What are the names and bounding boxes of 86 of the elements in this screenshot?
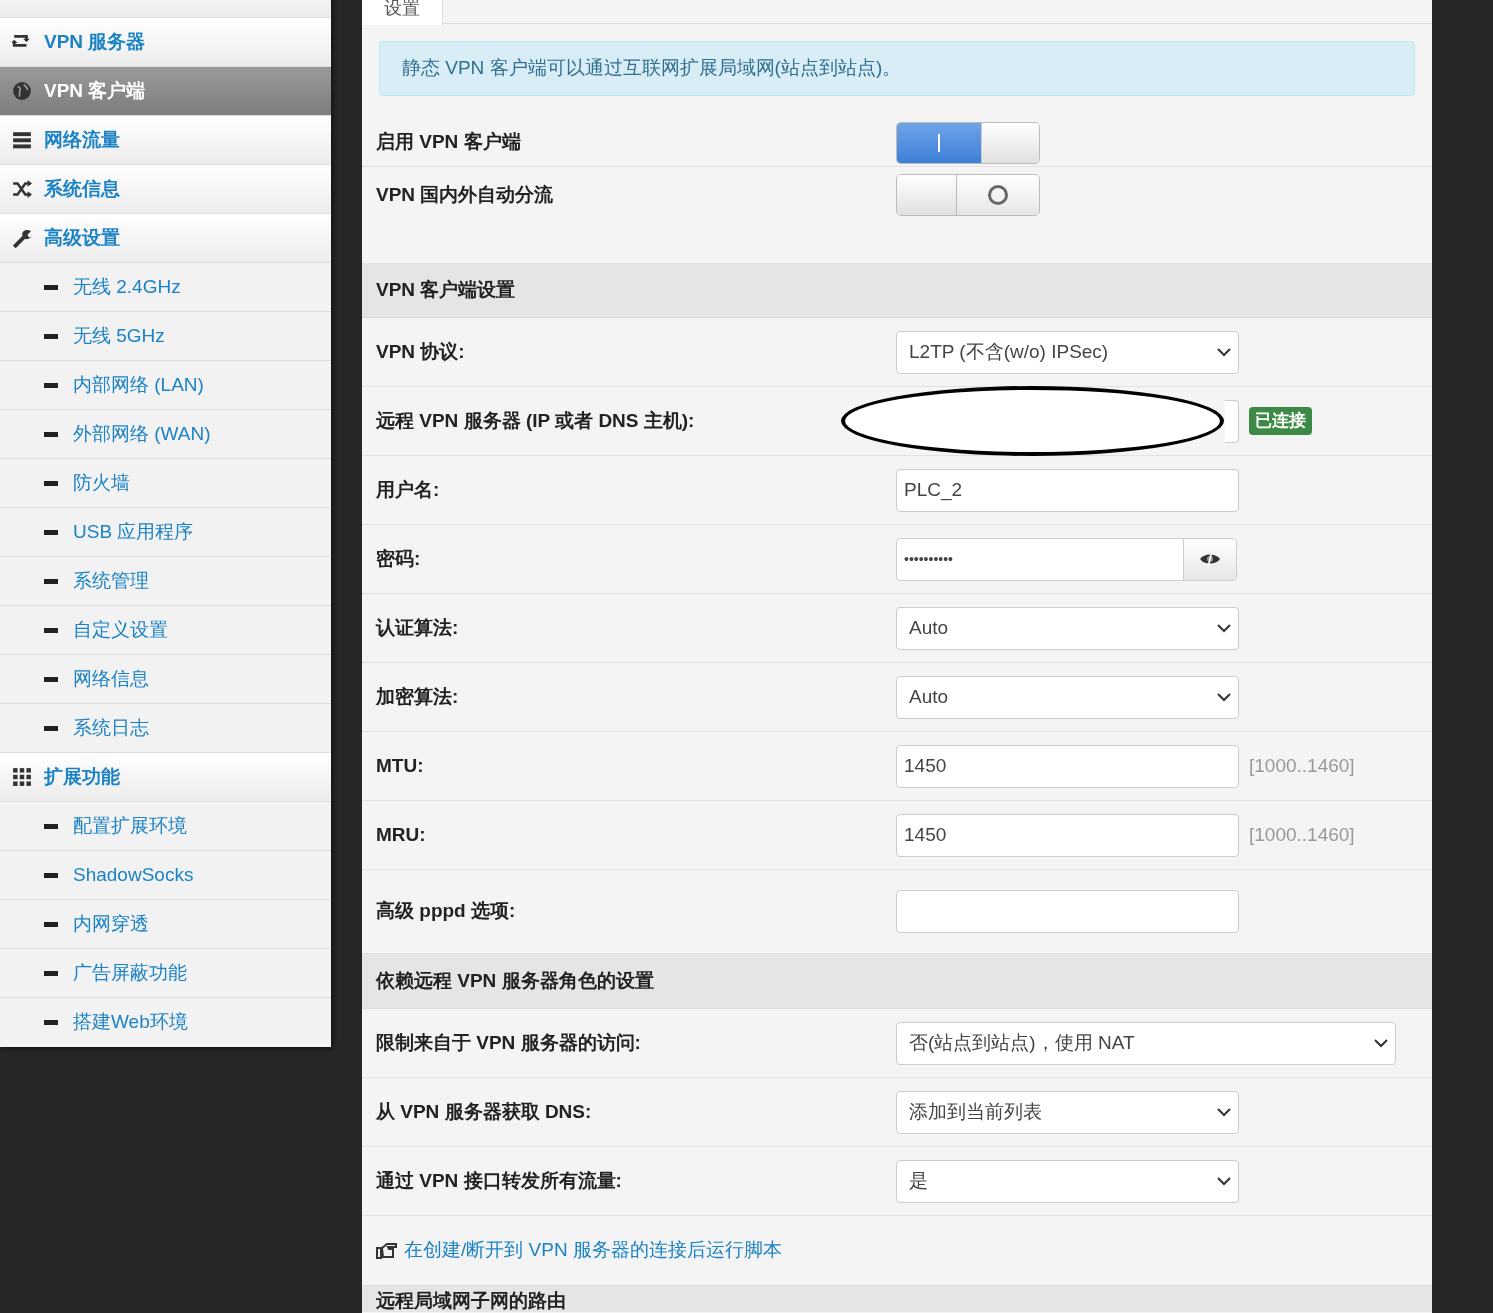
dash-icon	[44, 333, 58, 339]
section-heading: 依赖远程 VPN 服务器角色的设置	[362, 954, 1432, 1009]
field-label: 限制来自于 VPN 服务器的访问:	[375, 1030, 642, 1055]
sidebar-item[interactable]: 高级设置	[0, 214, 331, 263]
toggle-switch[interactable]	[896, 174, 1040, 216]
dash-icon	[44, 823, 58, 829]
sidebar-item[interactable]: VPN 服务器	[0, 18, 331, 67]
input-field[interactable]	[1225, 399, 1239, 443]
dash-icon	[44, 676, 58, 682]
pointing-hand-icon	[376, 1242, 398, 1259]
sidebar-item[interactable]: 网络信息	[0, 655, 331, 704]
grid-icon	[12, 767, 32, 787]
field-label: 加密算法:	[375, 684, 460, 709]
sidebar-item[interactable]: 系统管理	[0, 557, 331, 606]
sidebar-item[interactable]: 内网穿透	[0, 900, 331, 949]
chevron-down-icon	[1217, 347, 1231, 357]
field-label: 高级 pppd 选项:	[375, 899, 517, 924]
field-label: 通过 VPN 接口转发所有流量:	[375, 1168, 623, 1193]
field-label: VPN 国内外自动分流	[375, 182, 555, 207]
password-field[interactable]: ••••••••••	[896, 537, 1237, 581]
wrench-icon	[12, 228, 32, 248]
dash-icon	[44, 872, 58, 878]
status-badge: 已连接	[1249, 407, 1312, 435]
range-hint: [1000..1460]	[1249, 822, 1355, 847]
list-icon	[12, 130, 32, 150]
sidebar-item[interactable]: 无线 5GHz	[0, 312, 331, 361]
sidebar-item[interactable]: 自定义设置	[0, 606, 331, 655]
field-label: MRU:	[375, 822, 427, 847]
toggle-switch[interactable]	[896, 121, 1040, 164]
sidebar-item[interactable]: 外部网络 (WAN)	[0, 410, 331, 459]
info-message: 静态 VPN 客户端可以通过互联网扩展局域网(站点到站点)。	[379, 41, 1415, 96]
sidebar-item[interactable]: 扩展功能	[0, 753, 331, 802]
chevron-down-icon	[1217, 1107, 1231, 1117]
input-field[interactable]: 1450	[896, 744, 1239, 788]
shuffle-icon	[12, 179, 32, 199]
sidebar-item[interactable]: 无线 2.4GHz	[0, 263, 331, 312]
chevron-down-icon	[1217, 1176, 1231, 1186]
dropdown[interactable]: 是	[896, 1159, 1239, 1203]
dash-icon	[44, 284, 58, 290]
dropdown[interactable]: Auto	[896, 675, 1239, 719]
dash-icon	[44, 725, 58, 731]
sidebar-item[interactable]: 配置扩展环境	[0, 802, 331, 851]
field-label: 用户名:	[375, 477, 441, 502]
tab[interactable]: 设置	[362, 0, 443, 25]
sidebar-item[interactable]: 系统日志	[0, 704, 331, 753]
field-label: 远程 VPN 服务器 (IP 或者 DNS 主机):	[375, 408, 696, 433]
dash-icon	[44, 578, 58, 584]
eye-icon[interactable]	[1183, 538, 1236, 580]
sidebar-item[interactable]: ShadowSocks	[0, 851, 331, 900]
sidebar-item[interactable]: VPN 客户端	[0, 67, 331, 116]
section-heading: VPN 客户端设置	[362, 263, 1432, 318]
dash-icon	[44, 921, 58, 927]
field-label: 从 VPN 服务器获取 DNS:	[375, 1099, 593, 1124]
sidebar-item[interactable]: USB 应用程序	[0, 508, 331, 557]
dash-icon	[44, 382, 58, 388]
dash-icon	[44, 1020, 58, 1025]
dropdown[interactable]: 添加到当前列表	[896, 1090, 1239, 1134]
script-link[interactable]: 在创建/断开到 VPN 服务器的连接后运行脚本	[404, 1236, 782, 1265]
input-field[interactable]	[896, 890, 1239, 933]
section-heading: 远程局域网子网的路由	[362, 1286, 1432, 1312]
range-hint: [1000..1460]	[1249, 753, 1355, 778]
input-field[interactable]: PLC_2	[896, 468, 1239, 512]
field-label: MTU:	[375, 753, 425, 778]
chevron-down-icon	[1217, 692, 1231, 702]
input-field[interactable]: 1450	[896, 813, 1239, 857]
dropdown[interactable]: Auto	[896, 606, 1239, 650]
dash-icon	[44, 627, 58, 633]
field-label: 密码:	[375, 546, 422, 571]
dash-icon	[44, 431, 58, 437]
dropdown[interactable]: L2TP (不含(w/o) IPSec)	[896, 330, 1239, 374]
sidebar-item[interactable]: 网络流量	[0, 116, 331, 165]
sidebar-item[interactable]: 系统信息	[0, 165, 331, 214]
field-label: VPN 协议:	[375, 339, 466, 364]
chevron-down-icon	[1217, 623, 1231, 633]
field-label: 认证算法:	[374, 615, 460, 640]
sidebar-item[interactable]: 广告屏蔽功能	[0, 949, 331, 998]
dash-icon	[44, 480, 58, 486]
chevron-down-icon	[1374, 1038, 1388, 1048]
dash-icon	[44, 529, 58, 535]
sidebar-item[interactable]: 搭建Web环境	[0, 998, 331, 1047]
globe-icon	[12, 81, 32, 101]
dropdown[interactable]: 否(站点到站点)，使用 NAT	[896, 1021, 1396, 1065]
sidebar-item[interactable]: 内部网络 (LAN)	[0, 361, 331, 410]
dash-icon	[44, 970, 58, 976]
sidebar-item[interactable]: 防火墙	[0, 459, 331, 508]
field-label: 启用 VPN 客户端	[375, 130, 522, 155]
